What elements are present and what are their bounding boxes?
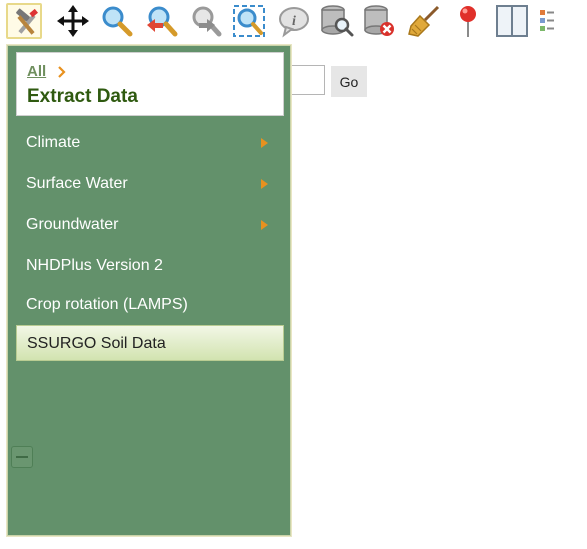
broom-clear-icon[interactable] <box>406 3 442 39</box>
menu-item-nhdplus[interactable]: NHDPlus Version 2 <box>16 248 284 284</box>
map-toolbar: i <box>0 0 587 44</box>
menu-item-groundwater[interactable]: Groundwater <box>16 207 284 243</box>
submenu-arrow-icon <box>261 220 268 230</box>
minus-icon <box>16 456 28 458</box>
zoom-out-button[interactable] <box>11 446 33 468</box>
info-bubble-icon[interactable]: i <box>276 3 312 39</box>
breadcrumb-all-link[interactable]: All <box>27 63 46 80</box>
submenu-arrow-icon <box>261 138 268 148</box>
svg-text:i: i <box>292 14 296 29</box>
panel-layout-icon[interactable] <box>494 3 530 39</box>
move-pan-icon[interactable] <box>55 3 91 39</box>
panel-header: All Extract Data <box>16 52 284 116</box>
database-search-icon[interactable] <box>319 3 355 39</box>
zoom-previous-icon[interactable] <box>143 3 179 39</box>
database-delete-icon[interactable] <box>362 3 398 39</box>
zoom-next-icon[interactable] <box>187 3 223 39</box>
menu-item-label: NHDPlus Version 2 <box>26 257 163 274</box>
menu-item-label: Climate <box>26 134 81 151</box>
extract-data-panel: All Extract Data Climate Surface Water G… <box>7 45 291 536</box>
search-input[interactable] <box>288 65 325 95</box>
menu-item-label: SSURGO Soil Data <box>27 335 166 352</box>
page-title: Extract Data <box>27 86 138 107</box>
chevron-right-icon <box>58 66 66 78</box>
zoom-extent-icon[interactable] <box>231 3 267 39</box>
legend-list-icon[interactable] <box>536 3 572 39</box>
hammer-wrench-icon[interactable] <box>6 3 42 39</box>
menu-item-label: Crop rotation (LAMPS) <box>26 296 188 313</box>
menu-item-ssurgo[interactable]: SSURGO Soil Data <box>16 325 284 361</box>
zoom-in-icon[interactable] <box>99 3 135 39</box>
submenu-arrow-icon <box>261 179 268 189</box>
map-pin-icon[interactable] <box>450 3 486 39</box>
menu-item-crop-rotation[interactable]: Crop rotation (LAMPS) <box>16 287 284 323</box>
menu-item-label: Surface Water <box>26 175 128 192</box>
go-button[interactable]: Go <box>331 66 367 97</box>
menu-item-label: Groundwater <box>26 216 119 233</box>
menu-item-climate[interactable]: Climate <box>16 125 284 161</box>
menu-item-surface-water[interactable]: Surface Water <box>16 166 284 202</box>
